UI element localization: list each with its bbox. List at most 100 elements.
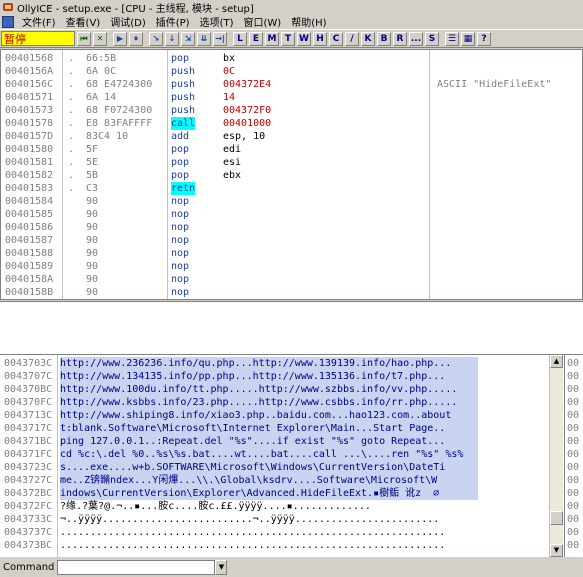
menu-debug[interactable]: 调试(D) — [105, 14, 151, 29]
disasm-mnemonic: push — [171, 92, 196, 103]
disasm-row[interactable]: 0040156C. 68 E4724300 push 004372E4 ASCII "H… — [1, 78, 582, 91]
log-window-button[interactable]: L — [233, 31, 247, 46]
disasm-operand: 004372F0 — [223, 105, 272, 116]
dump-scrollbar[interactable]: ▲ ▼ — [549, 355, 563, 557]
dump-row[interactable]: 0043733C ¬..ÿÿÿÿ.........................… — [0, 513, 565, 526]
dump-row[interactable]: 0043737C................................… — [0, 526, 565, 539]
modules-button[interactable]: E — [249, 31, 263, 46]
menu-plugins[interactable]: 插件(P) — [151, 14, 195, 29]
trace-over-button[interactable]: ⇊ — [197, 31, 211, 46]
disasm-row[interactable]: 00401583. C3 retn — [1, 182, 582, 195]
step-over-button[interactable]: ↓ — [165, 31, 179, 46]
disasm-row[interactable]: 00401582. 5B pop ebx — [1, 169, 582, 182]
disasm-row[interactable]: 00401584 90 nop — [1, 195, 582, 208]
dump-row[interactable]: 0043727C me..Z锛鏅ndex...Y闲熚...\\.\Global\k… — [0, 474, 565, 487]
breakpoints-button[interactable]: B — [377, 31, 391, 46]
close-button[interactable]: ✕ — [93, 31, 107, 46]
disasm-row[interactable]: 00401581. 5E pop esi — [1, 156, 582, 169]
command-label: Command — [3, 562, 55, 573]
disasm-row[interactable]: 0040158A 90 nop — [1, 273, 582, 286]
menu-options[interactable]: 选项(T) — [195, 14, 239, 29]
disasm-row[interactable]: 00401587 90 nop — [1, 234, 582, 247]
step-into-button[interactable]: ↘ — [149, 31, 163, 46]
disasm-row[interactable]: 00401568. 66:5B pop bx — [1, 52, 582, 65]
stack-pane[interactable]: 00 00 00 00 00 00 00 00 00 00 00 00 00 00 00 — [564, 355, 583, 557]
disasm-jump-marker: . — [68, 157, 75, 168]
command-dropdown-icon[interactable]: ▼ — [215, 560, 228, 575]
disasm-row[interactable]: 00401580. 5F pop edi — [1, 143, 582, 156]
disassembly-pane[interactable]: 00401568. 66:5B pop bx 0040156A. 6A 0C push 0C 0… — [0, 49, 583, 300]
restart-button[interactable]: ⏮ — [77, 31, 91, 46]
scroll-up-icon[interactable]: ▲ — [550, 355, 563, 368]
trace-into-button[interactable]: ⇲ — [181, 31, 195, 46]
dump-row[interactable]: 0043707C http://www.134135.info/pp.php...… — [0, 370, 565, 383]
menu-file[interactable]: 文件(F) — [17, 14, 61, 29]
cpu-window-icon[interactable] — [2, 15, 14, 28]
disasm-row[interactable]: 0040156A. 6A 0C push 0C — [1, 65, 582, 78]
handles-button[interactable]: H — [313, 31, 327, 46]
dump-row[interactable]: 004370FC http://www.ksbbs.info/23.php....… — [0, 396, 565, 409]
windows-button[interactable]: W — [297, 31, 311, 46]
disasm-row[interactable]: 00401571. 6A 14 push 14 — [1, 91, 582, 104]
pause-button[interactable]: ⏸ — [129, 31, 143, 46]
info-pane[interactable] — [0, 301, 583, 354]
disasm-row[interactable]: 00401573. 68 F0724300 push 004372F0 — [1, 104, 582, 117]
command-input[interactable] — [57, 560, 216, 575]
disasm-row[interactable]: 0040157D. 83C4 10 add esp, 10 — [1, 130, 582, 143]
dump-row[interactable]: 004371BC ping 127.0.0.1..:Repeat.del "%s"… — [0, 435, 565, 448]
dump-row[interactable]: 0043723C s....exe....w+b.SOFTWARE\Microso… — [0, 461, 565, 474]
call-stack-button[interactable]: K — [361, 31, 375, 46]
dump-row[interactable]: 004371FC cd %c:\.del %0..%s\%s.bat....wt.… — [0, 448, 565, 461]
dump-row[interactable]: 004373BC................................… — [0, 539, 565, 552]
dump-address: 0043737C — [4, 527, 53, 538]
dump-address: 004372BC — [4, 488, 53, 499]
disasm-address: 0040157D — [5, 131, 54, 142]
disasm-hex-bytes: 68 E4724300 — [86, 79, 153, 90]
patches-button[interactable]: / — [345, 31, 359, 46]
memory-dump-pane[interactable]: 0043703C http://www.236236.info/qu.php...… — [0, 354, 583, 557]
disasm-row[interactable]: 00401589 90 nop — [1, 260, 582, 273]
scroll-thumb[interactable] — [550, 511, 563, 525]
execute-till-return-button[interactable]: →| — [213, 31, 227, 46]
disasm-jump-marker: . — [68, 92, 75, 103]
cpu-button[interactable]: C — [329, 31, 343, 46]
list-icon[interactable]: ☰ — [445, 31, 459, 46]
threads-button[interactable]: T — [281, 31, 295, 46]
dump-row[interactable]: 004370BC http://www.100du.info/tt.php....… — [0, 383, 565, 396]
disasm-row[interactable]: 00401588 90 nop — [1, 247, 582, 260]
dump-row[interactable]: 0043713C http://www.shiping8.info/xiao3.p… — [0, 409, 565, 422]
memory-map-button[interactable]: M — [265, 31, 279, 46]
disasm-row[interactable]: 00401578. E8 83FAFFFF call 00401000 — [1, 117, 582, 130]
menu-view[interactable]: 查看(V) — [61, 14, 106, 29]
stack-entry: 00 — [567, 449, 580, 460]
stack-entry: 00 — [567, 397, 580, 408]
stack-entry: 00 — [567, 371, 580, 382]
dump-row[interactable]: 004372BC indows\CurrentVersion\Explorer\A… — [0, 487, 565, 500]
dump-row[interactable]: 0043703C http://www.236236.info/qu.php...… — [0, 357, 565, 370]
source-button[interactable]: S — [425, 31, 439, 46]
scroll-down-icon[interactable]: ▼ — [550, 544, 563, 557]
disasm-hex-bytes: 6A 14 — [86, 92, 117, 103]
toolbar: 暂停 ⏮ ✕ ▶ ⏸ ↘ ↓ ⇲ ⇊ →| L E M T W H C / K … — [0, 29, 583, 48]
disasm-operand: 004372E4 — [223, 79, 272, 90]
disasm-jump-marker: . — [68, 131, 75, 142]
dump-ascii: ping 127.0.0.1..:Repeat.del "%s"....if e… — [60, 435, 478, 448]
run-button[interactable]: ▶ — [113, 31, 127, 46]
disasm-comment: ASCII "HideFileExt" — [437, 79, 552, 90]
disasm-address: 00401584 — [5, 196, 54, 207]
disasm-row[interactable]: 00401586 90 nop — [1, 221, 582, 234]
grid-icon[interactable]: ▦ — [461, 31, 475, 46]
disasm-row[interactable]: 0040158B 90 nop — [1, 286, 582, 299]
disasm-row[interactable]: 00401585 90 nop — [1, 208, 582, 221]
menu-window[interactable]: 窗口(W) — [239, 14, 287, 29]
disasm-operand: ebx — [223, 170, 242, 181]
references-button[interactable]: R — [393, 31, 407, 46]
help-icon[interactable]: ? — [477, 31, 491, 46]
dump-row[interactable]: 004372FC ?缘.?葉?@.¬..▪...胺c....胺c.££.ÿÿÿÿ.… — [0, 500, 565, 513]
run-trace-button[interactable]: ... — [409, 31, 423, 46]
menu-help[interactable]: 帮助(H) — [286, 14, 331, 29]
disasm-operand: esp, 10 — [223, 131, 266, 142]
disasm-mnemonic: nop — [171, 222, 190, 233]
disasm-address: 0040158B — [5, 287, 54, 298]
dump-row[interactable]: 0043717C t:blank.Software\Microsoft\Inter… — [0, 422, 565, 435]
